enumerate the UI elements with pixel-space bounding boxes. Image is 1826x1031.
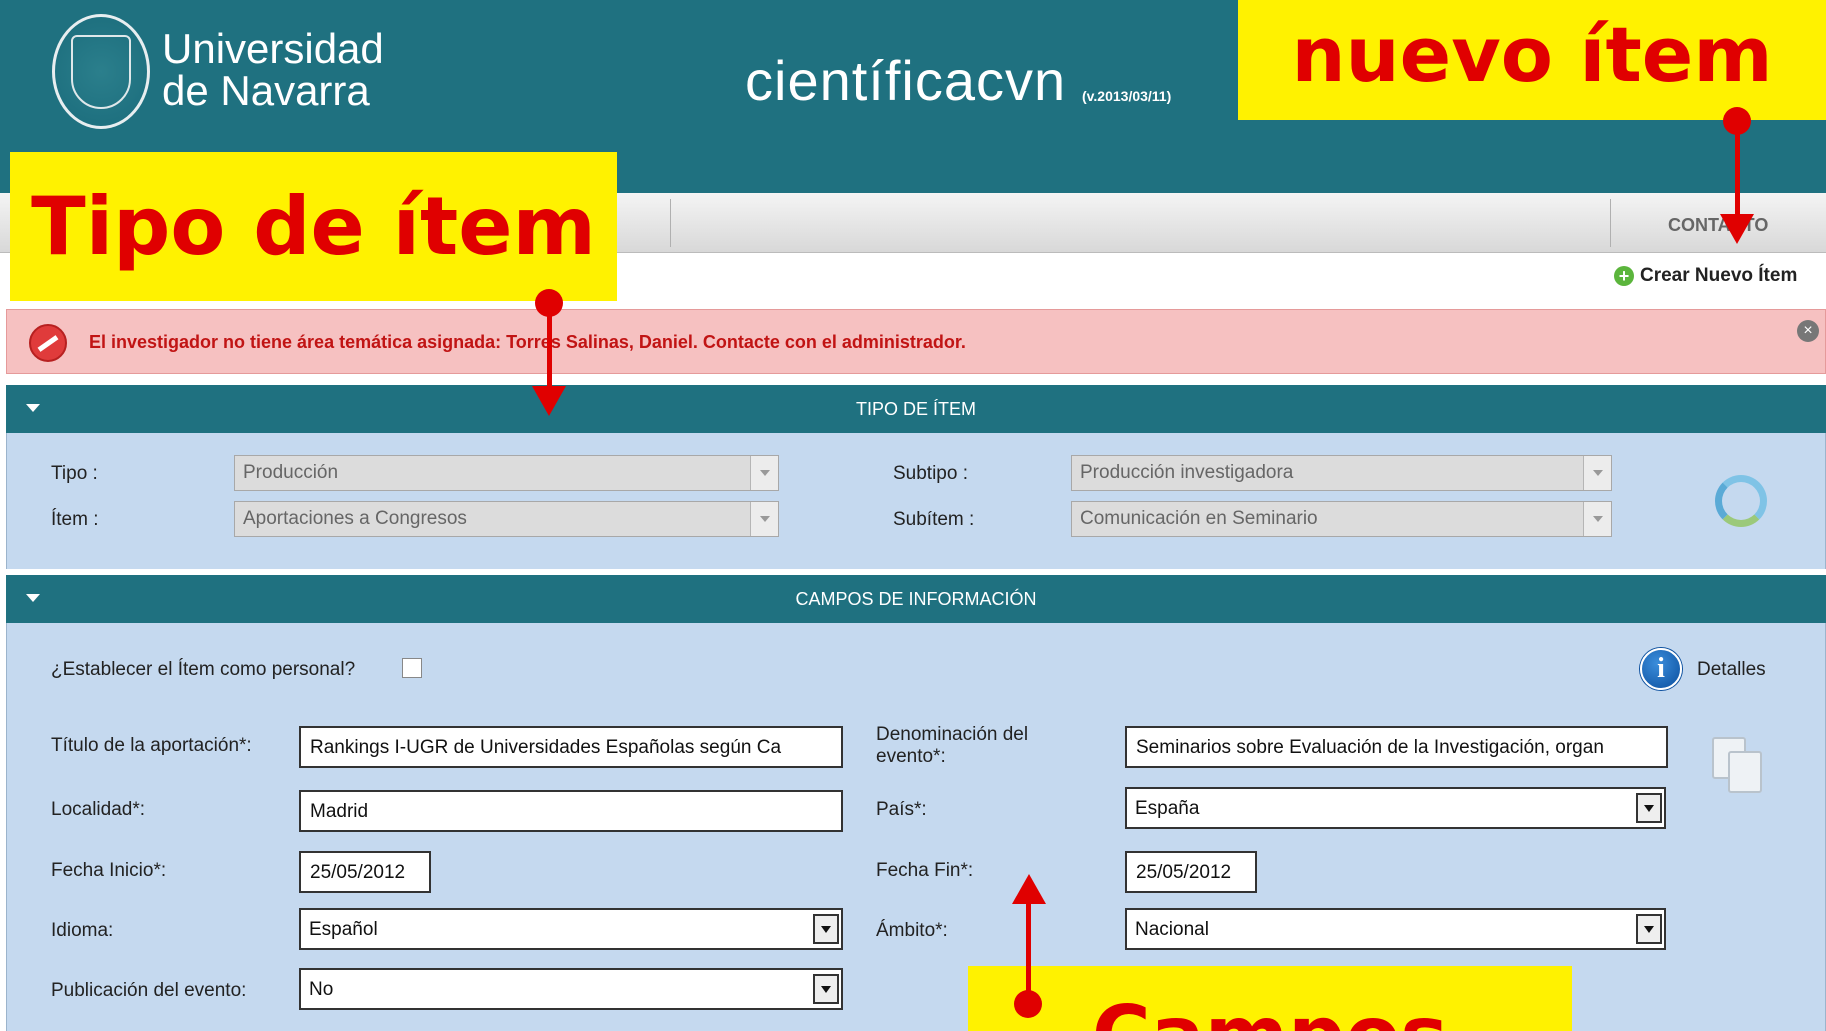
fecha-inicio-label: Fecha Inicio*:	[51, 860, 167, 881]
annotation-arrow-line	[1026, 900, 1031, 1000]
university-seal-logo	[52, 14, 150, 129]
subtipo-label: Subtipo :	[893, 463, 968, 484]
create-new-item-button[interactable]: + Crear Nuevo Ítem	[1614, 265, 1797, 287]
chevron-down-icon	[1583, 456, 1611, 490]
tipo-select[interactable]: Producción	[234, 455, 779, 491]
annotation-nuevo-item: nuevo ítem	[1238, 0, 1826, 120]
details-label[interactable]: Detalles	[1697, 659, 1766, 681]
publicacion-select[interactable]: No	[299, 968, 843, 1010]
nav-divider	[1610, 199, 1611, 247]
publicacion-select-value: No	[309, 979, 334, 1000]
annotation-tipo-de-item: Tipo de ítem	[10, 152, 617, 301]
section-title: TIPO DE ÍTEM	[855, 399, 976, 419]
ambito-label: Ámbito*:	[876, 920, 948, 941]
chevron-down-icon[interactable]	[1636, 914, 1662, 944]
subitem-select[interactable]: Comunicación en Seminario	[1071, 501, 1612, 537]
annotation-campos: Campos	[968, 966, 1572, 1031]
item-label: Ítem :	[51, 509, 99, 530]
chevron-down-icon[interactable]	[813, 974, 839, 1004]
subtipo-select[interactable]: Producción investigadora	[1071, 455, 1612, 491]
plus-icon: +	[1614, 266, 1634, 286]
annotation-arrow-head	[1720, 214, 1754, 244]
item-select[interactable]: Aportaciones a Congresos	[234, 501, 779, 537]
info-icon[interactable]: i	[1640, 648, 1682, 690]
localidad-input[interactable]: Madrid	[299, 790, 843, 832]
university-logo-text[interactable]: Universidad de Navarra	[162, 28, 384, 112]
app-title: científicacvn	[745, 49, 1067, 112]
ambito-select-value: Nacional	[1135, 919, 1209, 940]
section-title: CAMPOS DE INFORMACIÓN	[795, 589, 1037, 609]
denominacion-label: Denominación del evento*:	[876, 724, 1028, 768]
create-new-item-label: Crear Nuevo Ítem	[1640, 265, 1798, 286]
tipo-select-value: Producción	[243, 462, 339, 483]
denominacion-label-line-1: Denominación del	[876, 724, 1029, 745]
personal-item-checkbox[interactable]	[402, 658, 422, 678]
item-select-value: Aportaciones a Congresos	[243, 508, 467, 529]
campos-de-informacion-header[interactable]: CAMPOS DE INFORMACIÓN	[6, 575, 1826, 623]
annotation-arrow-line	[1735, 120, 1740, 222]
idioma-label: Idioma:	[51, 920, 114, 941]
chevron-down-icon[interactable]	[1636, 793, 1662, 823]
tipo-de-item-header[interactable]: TIPO DE ÍTEM	[6, 385, 1826, 433]
annotation-dot	[1014, 990, 1042, 1018]
annotation-arrow-head	[532, 386, 566, 416]
app-version: (v.2013/03/11)	[1082, 88, 1172, 104]
subitem-select-value: Comunicación en Seminario	[1080, 508, 1318, 529]
ambito-select[interactable]: Nacional	[1125, 908, 1666, 950]
personal-item-label: ¿Establecer el Ítem como personal?	[51, 659, 356, 680]
logo-line-1: Universidad	[162, 25, 384, 72]
pais-select[interactable]: España	[1125, 787, 1666, 829]
error-message-bar: El investigador no tiene área temática a…	[6, 309, 1826, 374]
fecha-inicio-input[interactable]: 25/05/2012	[299, 851, 431, 893]
error-icon	[29, 324, 67, 362]
titulo-input[interactable]: Rankings I-UGR de Universidades Española…	[299, 726, 843, 768]
tipo-de-item-panel: Tipo : Producción Subtipo : Producción i…	[6, 433, 1826, 569]
idioma-select[interactable]: Español	[299, 908, 843, 950]
pais-select-value: España	[1135, 798, 1200, 819]
chevron-down-icon	[1583, 502, 1611, 536]
idioma-select-value: Español	[309, 919, 378, 940]
error-message: El investigador no tiene área temática a…	[89, 332, 966, 352]
annotation-arrow-line	[547, 300, 552, 392]
logo-line-2: de Navarra	[162, 67, 370, 114]
localidad-label: Localidad*:	[51, 799, 146, 820]
fecha-fin-input[interactable]: 25/05/2012	[1125, 851, 1257, 893]
fecha-fin-label: Fecha Fin*:	[876, 860, 974, 881]
denominacion-label-line-2: evento*:	[876, 746, 946, 767]
titulo-label: Título de la aportación*:	[51, 735, 252, 756]
denominacion-input[interactable]: Seminarios sobre Evaluación de la Invest…	[1125, 726, 1668, 768]
subitem-label: Subítem :	[893, 509, 975, 530]
subtipo-select-value: Producción investigadora	[1080, 462, 1294, 483]
close-icon[interactable]: ×	[1797, 320, 1819, 342]
pais-label: País*:	[876, 799, 927, 820]
loading-spinner-icon	[1715, 475, 1767, 527]
chevron-down-icon	[750, 456, 778, 490]
chevron-down-icon[interactable]	[813, 914, 839, 944]
chevron-down-icon	[750, 502, 778, 536]
publicacion-label: Publicación del evento:	[51, 980, 247, 1001]
nav-divider	[670, 199, 671, 247]
copy-icon[interactable]	[1712, 737, 1768, 795]
tipo-label: Tipo :	[51, 463, 98, 484]
